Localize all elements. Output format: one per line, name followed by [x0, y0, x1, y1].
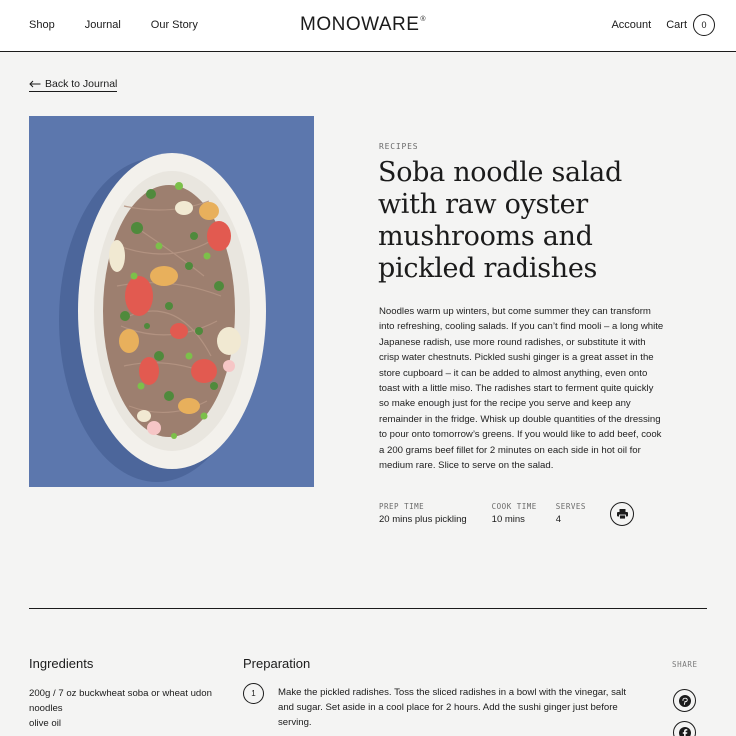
recipe-meta: PREP TIME 20 mins plus pickling COOK TIM…	[379, 502, 604, 525]
share-facebook-button[interactable]	[673, 721, 696, 736]
nav-journal[interactable]: Journal	[85, 19, 121, 31]
serves-value: 4	[555, 514, 562, 525]
page-title: Soba noodle salad with raw oyster mushro…	[378, 157, 622, 284]
cook-time: COOK TIME 10 mins	[492, 502, 537, 525]
logo-text: MONOWARE	[300, 14, 420, 35]
site-header: Shop Journal Our Story MONOWARE® Account…	[0, 0, 736, 52]
section-divider	[29, 608, 707, 609]
prep-time: PREP TIME 20 mins plus pickling	[379, 502, 467, 525]
ingredients-heading: Ingredients	[29, 656, 94, 671]
step-number-badge: 1	[243, 683, 264, 704]
account-link[interactable]: Account	[611, 19, 651, 31]
pinterest-icon	[678, 694, 691, 707]
cart-count-badge[interactable]: 0	[693, 14, 715, 36]
primary-nav: Shop Journal Our Story	[29, 19, 198, 31]
print-recipe-button[interactable]	[610, 502, 634, 526]
back-to-journal-link[interactable]: Back to Journal	[29, 78, 118, 92]
serves: SERVES 4	[556, 502, 586, 525]
cook-time-label: COOK TIME	[491, 502, 537, 511]
prep-time-value: 20 mins plus pickling	[379, 514, 467, 525]
nav-our-story[interactable]: Our Story	[151, 19, 198, 31]
share-label: SHARE	[672, 660, 698, 669]
serves-label: SERVES	[555, 502, 586, 511]
category-eyebrow: RECIPES	[379, 142, 419, 151]
ingredients-list: 200g / 7 oz buckwheat soba or wheat udon…	[29, 686, 214, 731]
recipe-description: Noodles warm up winters, but come summer…	[379, 306, 664, 472]
cook-time-value: 10 mins	[491, 514, 525, 525]
share-pinterest-button[interactable]	[673, 689, 696, 712]
facebook-icon	[678, 726, 691, 736]
step-text: Make the pickled radishes. Toss the slic…	[278, 687, 627, 729]
cart-link[interactable]: Cart	[666, 19, 687, 31]
account-nav: Account Cart 0	[611, 14, 715, 36]
printer-icon	[616, 509, 628, 519]
site-logo[interactable]: MONOWARE®	[300, 14, 426, 36]
ingredient-item: olive oil	[29, 718, 61, 729]
preparation-heading: Preparation	[243, 656, 311, 671]
registered-mark: ®	[420, 16, 427, 23]
arrow-left-icon	[29, 80, 41, 88]
soba-noodle-salad-plate-photo	[29, 116, 314, 487]
ingredient-item: 200g / 7 oz buckwheat soba or wheat udon…	[29, 688, 212, 714]
recipe-hero-image	[29, 116, 314, 487]
nav-shop[interactable]: Shop	[29, 19, 55, 31]
back-link-label: Back to Journal	[45, 78, 118, 90]
prep-time-label: PREP TIME	[379, 502, 425, 511]
